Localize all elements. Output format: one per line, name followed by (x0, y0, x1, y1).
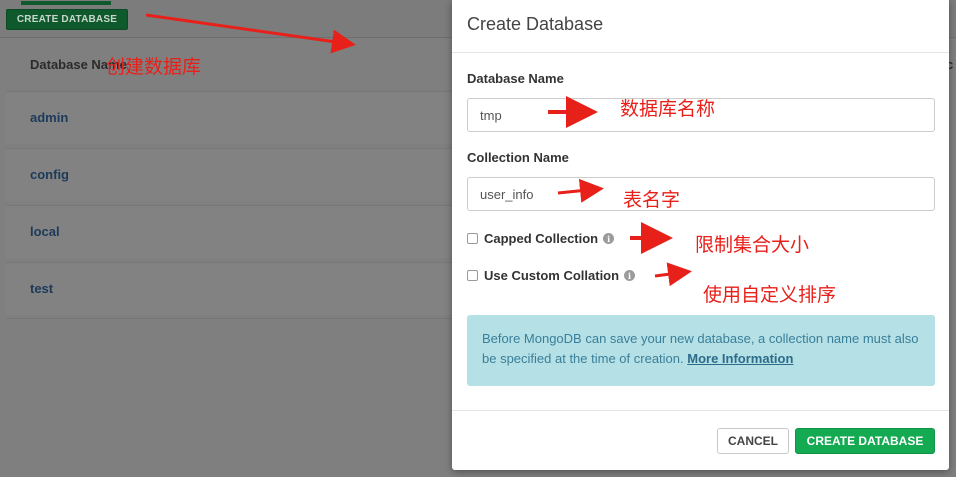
database-link-config[interactable]: config (30, 167, 69, 182)
annotation-capped: 限制集合大小 (695, 234, 810, 256)
more-information-link[interactable]: More Information (687, 351, 793, 366)
table-row: config (6, 148, 456, 201)
table-row: admin (6, 91, 456, 144)
annotation-table-name: 表名字 (623, 189, 681, 211)
custom-collation-row: Use Custom Collation i (467, 268, 636, 283)
modal-header-divider (452, 52, 949, 53)
create-database-button-background[interactable]: CREATE DATABASE (6, 1, 128, 30)
database-link-admin[interactable]: admin (30, 110, 68, 125)
collection-name-label: Collection Name (467, 150, 569, 165)
modal-footer-divider (452, 410, 949, 411)
database-name-label: Database Name (467, 71, 564, 86)
database-link-test[interactable]: test (30, 281, 53, 296)
create-database-button[interactable]: CREATE DATABASE (795, 428, 935, 454)
capped-collection-row: Capped Collection i (467, 231, 615, 246)
table-bottom-border (6, 318, 456, 319)
capped-collection-checkbox[interactable] (467, 233, 478, 244)
info-icon[interactable]: i (603, 233, 615, 244)
modal-title: Create Database (467, 14, 604, 34)
annotation-database-name: 数据库名称 (620, 98, 716, 120)
collection-name-input[interactable] (467, 177, 935, 211)
capped-collection-label[interactable]: Capped Collection (484, 231, 598, 246)
annotation-create-database: 创建数据库 (106, 56, 202, 78)
custom-collation-label[interactable]: Use Custom Collation (484, 268, 619, 283)
info-banner: Before MongoDB can save your new databas… (467, 315, 935, 386)
table-row: test (6, 262, 456, 315)
custom-collation-checkbox[interactable] (467, 270, 478, 281)
cancel-button[interactable]: CANCEL (717, 428, 789, 454)
table-row: local (6, 205, 456, 258)
database-link-local[interactable]: local (30, 224, 60, 239)
annotation-collation: 使用自定义排序 (703, 284, 837, 306)
info-icon[interactable]: i (624, 270, 636, 281)
